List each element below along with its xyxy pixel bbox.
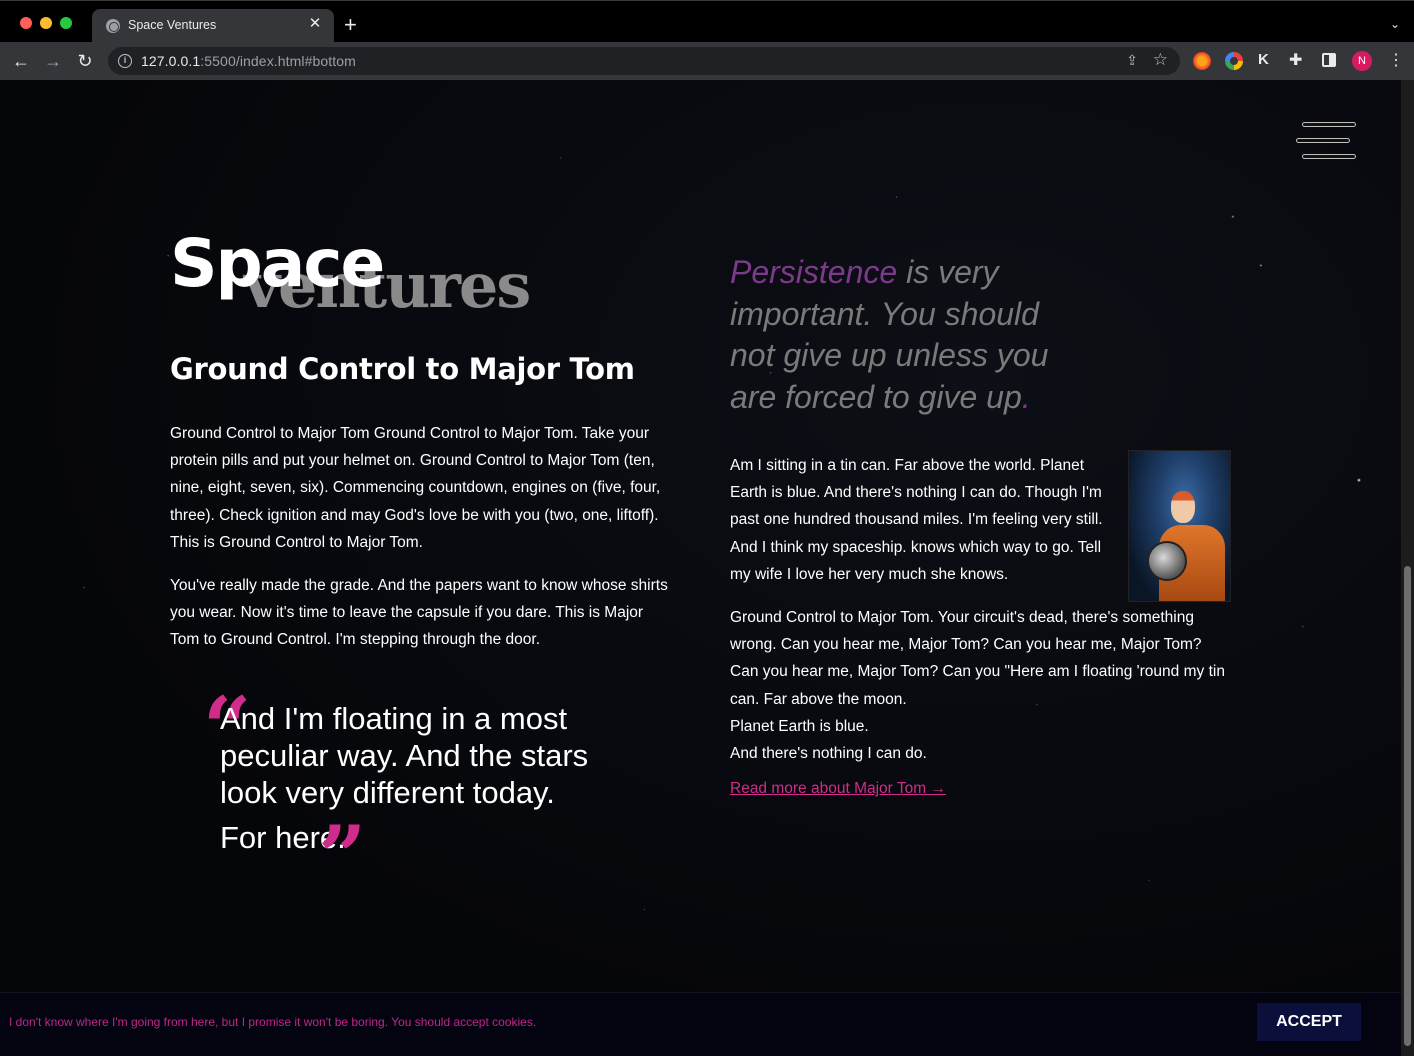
pull-quote-accent: Persistence (730, 254, 898, 290)
blockquote: And I'm floating in a most peculiar way.… (220, 700, 640, 856)
quote-close-icon: ” (318, 807, 367, 906)
globe-icon (106, 19, 120, 33)
back-icon[interactable]: ← (10, 50, 32, 72)
intro-paragraph: Ground Control to Major Tom Ground Contr… (170, 425, 661, 551)
logo-word-space: Space (170, 225, 385, 302)
menu-line (1302, 122, 1356, 127)
sidebar-paragraph-2-line: Planet Earth is blue. (730, 717, 869, 735)
window-close-button[interactable] (20, 17, 32, 29)
address-bar[interactable]: i 127.0.0.1:5500/index.html#bottom ⇪ ☆ (108, 47, 1180, 75)
forward-icon[interactable]: → (42, 50, 64, 72)
puzzle-icon[interactable]: ✚ (1289, 50, 1307, 69)
accept-cookies-button[interactable]: ACCEPT (1257, 1003, 1361, 1041)
new-tab-button[interactable]: + (344, 14, 357, 36)
tab-search-chevron-icon[interactable]: ⌄ (1390, 17, 1400, 31)
url-host: 127.0.0.1 (141, 53, 201, 69)
extension-icon-k[interactable]: K (1258, 51, 1276, 69)
major-tom-portrait-image (1128, 450, 1231, 602)
star-icon[interactable]: ☆ (1153, 50, 1168, 70)
menu-line (1302, 154, 1356, 159)
tab-space-ventures[interactable]: Space Ventures ✕ (92, 9, 334, 43)
sidebar-paragraph-2-line: And there's nothing I can do. (730, 745, 927, 763)
scrollbar-thumb[interactable] (1404, 566, 1411, 1046)
pull-quote-dot: . (1021, 378, 1031, 415)
read-more-link[interactable]: Read more about Major Tom → (730, 780, 946, 798)
reload-icon[interactable]: ↻ (74, 50, 96, 72)
portrait-helmet (1147, 541, 1187, 581)
url-path: :5500/index.html#bottom (200, 53, 356, 69)
sidebar-paragraph-2-main: Ground Control to Major Tom. Your circui… (730, 609, 1225, 708)
window-maximize-button[interactable] (60, 17, 72, 29)
extension-icon-brave[interactable] (1193, 52, 1211, 70)
tab-close-icon[interactable]: ✕ (306, 15, 324, 33)
extension-icon-color[interactable] (1225, 52, 1243, 70)
side-panel-icon[interactable] (1322, 53, 1336, 67)
second-paragraph: You've really made the grade. And the pa… (170, 577, 668, 649)
sidebar-paragraph-2: Ground Control to Major Tom. Your circui… (730, 604, 1230, 767)
page-content: Space ventures Ground Control to Major T… (0, 80, 1401, 1056)
share-icon[interactable]: ⇪ (1126, 52, 1138, 69)
url-text: 127.0.0.1:5500/index.html#bottom (141, 53, 356, 69)
page-scrollbar[interactable] (1401, 80, 1414, 1056)
browser-toolbar: ← → ↻ i 127.0.0.1:5500/index.html#bottom… (0, 42, 1414, 80)
blockquote-line1: And I'm floating in a most peculiar way.… (220, 701, 589, 810)
cookie-banner: I don't know where I'm going from here, … (0, 992, 1401, 1056)
kebab-menu-icon[interactable]: ⋮ (1388, 50, 1404, 70)
info-icon[interactable]: i (118, 54, 132, 68)
menu-line (1296, 138, 1350, 143)
page-title: Ground Control to Major Tom (170, 352, 635, 386)
portrait-head (1171, 491, 1195, 523)
pull-quote: Persistence is very important. You shoul… (730, 252, 1090, 418)
profile-avatar[interactable]: N (1352, 51, 1372, 71)
tab-strip: Space Ventures ✕ + ⌄ (0, 0, 1414, 43)
blockquote-line2: For here. (220, 820, 346, 855)
site-logo[interactable]: Space ventures (170, 225, 531, 335)
window-minimize-button[interactable] (40, 17, 52, 29)
hamburger-menu-icon[interactable] (1296, 122, 1356, 162)
tab-title: Space Ventures (128, 18, 217, 32)
browser-chrome: Space Ventures ✕ + ⌄ ← → ↻ i 127.0.0.1:5… (0, 0, 1414, 80)
cookie-text: I don't know where I'm going from here, … (9, 1015, 537, 1029)
sidebar-paragraph-1: Am I sitting in a tin can. Far above the… (730, 457, 1103, 583)
